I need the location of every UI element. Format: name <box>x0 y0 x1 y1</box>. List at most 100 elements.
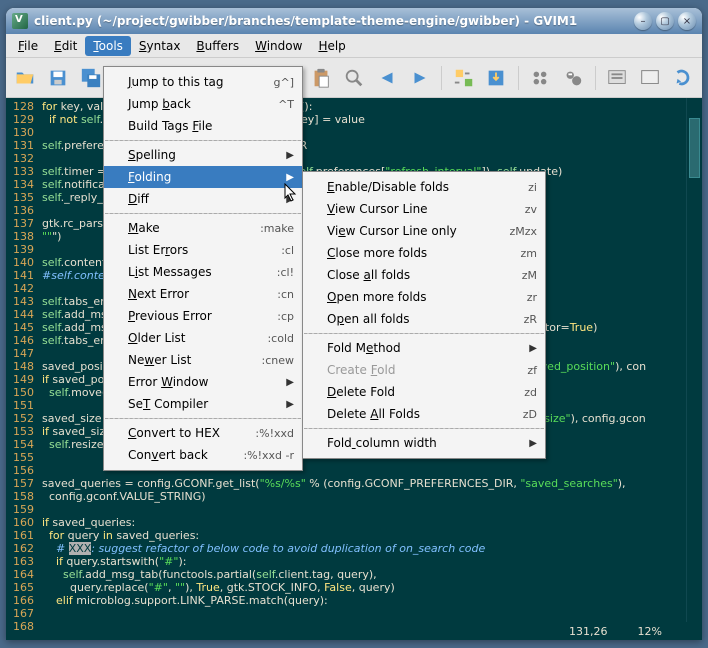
minimize-button[interactable]: – <box>634 12 652 30</box>
close-button[interactable]: × <box>678 12 696 30</box>
line-number: 159 <box>6 503 34 516</box>
line-number: 152 <box>6 412 34 425</box>
folding-item-open-all-folds[interactable]: Open all foldszR <box>303 308 545 330</box>
run-button[interactable] <box>560 64 587 92</box>
line-number: 149 <box>6 373 34 386</box>
menu-item-label: View Cursor Line only <box>327 224 509 238</box>
open-button[interactable] <box>12 64 39 92</box>
folding-item-close-more-folds[interactable]: Close more foldszm <box>303 242 545 264</box>
code-line: # XXX: suggest refactor of below code to… <box>38 542 686 555</box>
menu-item-label: Open more folds <box>327 290 527 304</box>
folding-item-close-all-folds[interactable]: Close all foldszM <box>303 264 545 286</box>
scrollbar-thumb[interactable] <box>689 118 700 178</box>
menu-item-shortcut: :cp <box>277 310 294 323</box>
line-number: 153 <box>6 425 34 438</box>
menu-item-label: Older List <box>128 331 267 345</box>
tools-item-folding[interactable]: Folding▶ <box>104 166 302 188</box>
menubar: FileEditToolsSyntaxBuffersWindowHelp <box>6 34 702 58</box>
folding-item-delete-fold[interactable]: Delete Foldzd <box>303 381 545 403</box>
menu-item-label: List Errors <box>128 243 281 257</box>
shell-button[interactable] <box>636 64 663 92</box>
line-number: 141 <box>6 269 34 282</box>
line-number: 150 <box>6 386 34 399</box>
menu-item-shortcut: :%!xxd <box>255 427 294 440</box>
menu-file[interactable]: File <box>10 36 46 56</box>
tools-item-list-errors[interactable]: List Errors:cl <box>104 239 302 261</box>
app-icon <box>12 13 28 29</box>
tools-item-make[interactable]: Make:make <box>104 217 302 239</box>
menu-item-shortcut: zr <box>527 291 537 304</box>
tools-item-error-window[interactable]: Error Window▶ <box>104 371 302 393</box>
line-number: 158 <box>6 490 34 503</box>
tools-item-build-tags-file[interactable]: Build Tags File <box>104 115 302 137</box>
folding-item-fold-method[interactable]: Fold Method▶ <box>303 337 545 359</box>
tools-item-older-list[interactable]: Older List:cold <box>104 327 302 349</box>
menu-item-label: Folding <box>128 170 284 184</box>
menu-item-shortcut: :cnew <box>262 354 295 367</box>
menu-edit[interactable]: Edit <box>46 36 85 56</box>
tools-separator <box>105 140 301 141</box>
menu-item-label: Fold Method <box>327 341 527 355</box>
tools-item-next-error[interactable]: Next Error:cn <box>104 283 302 305</box>
menu-item-label: Previous Error <box>128 309 277 323</box>
folding-item-enable-disable-folds[interactable]: Enable/Disable foldszi <box>303 176 545 198</box>
saveall-button[interactable] <box>78 64 105 92</box>
line-number: 128 <box>6 100 34 113</box>
tools-item-convert-back[interactable]: Convert back:%!xxd -r <box>104 444 302 466</box>
tools-item-jump-to-this-tag[interactable]: Jump to this tagg^] <box>104 71 302 93</box>
menu-tools[interactable]: Tools <box>85 36 131 56</box>
menu-syntax[interactable]: Syntax <box>131 36 189 56</box>
tools-separator <box>105 418 301 419</box>
tools-item-convert-to-hex[interactable]: Convert to HEX:%!xxd <box>104 422 302 444</box>
line-number: 157 <box>6 477 34 490</box>
tools-item-list-messages[interactable]: List Messages:cl! <box>104 261 302 283</box>
line-number: 148 <box>6 360 34 373</box>
line-number: 163 <box>6 555 34 568</box>
tools-item-spelling[interactable]: Spelling▶ <box>104 144 302 166</box>
find-button[interactable] <box>341 64 368 92</box>
folding-item-view-cursor-line[interactable]: View Cursor Linezv <box>303 198 545 220</box>
statusbar: 131,26 12% <box>6 622 702 640</box>
folding-item-open-more-folds[interactable]: Open more foldszr <box>303 286 545 308</box>
folding-item-fold-column-width[interactable]: Fold column width▶ <box>303 432 545 454</box>
cursor-position: 131,26 <box>569 625 608 638</box>
make-button[interactable] <box>603 64 630 92</box>
menu-window[interactable]: Window <box>247 36 310 56</box>
tools-item-jump-back[interactable]: Jump back^T <box>104 93 302 115</box>
help-button[interactable] <box>669 64 696 92</box>
paste-button[interactable] <box>308 64 335 92</box>
findprev-button[interactable] <box>373 64 400 92</box>
line-number: 161 <box>6 529 34 542</box>
submenu-arrow-icon: ▶ <box>284 399 294 410</box>
load-session-button[interactable] <box>527 64 554 92</box>
code-line: config.gconf.VALUE_STRING) <box>38 490 686 503</box>
menu-help[interactable]: Help <box>310 36 353 56</box>
menu-item-shortcut: zR <box>524 313 537 326</box>
line-number: 132 <box>6 152 34 165</box>
replace-button[interactable] <box>450 64 477 92</box>
folding-item-view-cursor-line-only[interactable]: View Cursor Line onlyzMzx <box>303 220 545 242</box>
titlebar[interactable]: client.py (~/project/gwibber/branches/te… <box>6 8 702 34</box>
submenu-arrow-icon: ▶ <box>527 438 537 449</box>
line-number: 145 <box>6 321 34 334</box>
submenu-arrow-icon: ▶ <box>284 172 294 183</box>
tools-item-newer-list[interactable]: Newer List:cnew <box>104 349 302 371</box>
tools-item-previous-error[interactable]: Previous Error:cp <box>104 305 302 327</box>
vertical-scrollbar[interactable] <box>686 98 702 622</box>
folding-item-create-fold: Create Foldzf <box>303 359 545 381</box>
menu-item-shortcut: zD <box>523 408 537 421</box>
menu-buffers[interactable]: Buffers <box>188 36 247 56</box>
menu-item-shortcut: zf <box>527 364 537 377</box>
folding-item-delete-all-folds[interactable]: Delete All FoldszD <box>303 403 545 425</box>
menu-item-shortcut: zv <box>525 203 537 216</box>
menu-item-label: Make <box>128 221 260 235</box>
line-number: 144 <box>6 308 34 321</box>
menu-item-label: View Cursor Line <box>327 202 525 216</box>
tools-item-set-compiler[interactable]: SeT Compiler▶ <box>104 393 302 415</box>
maximize-button[interactable]: ▢ <box>656 12 674 30</box>
line-number: 138 <box>6 230 34 243</box>
save-button[interactable] <box>45 64 72 92</box>
findnext-button[interactable] <box>406 64 433 92</box>
save-session-button[interactable] <box>483 64 510 92</box>
tools-item-diff[interactable]: Diff▶ <box>104 188 302 210</box>
